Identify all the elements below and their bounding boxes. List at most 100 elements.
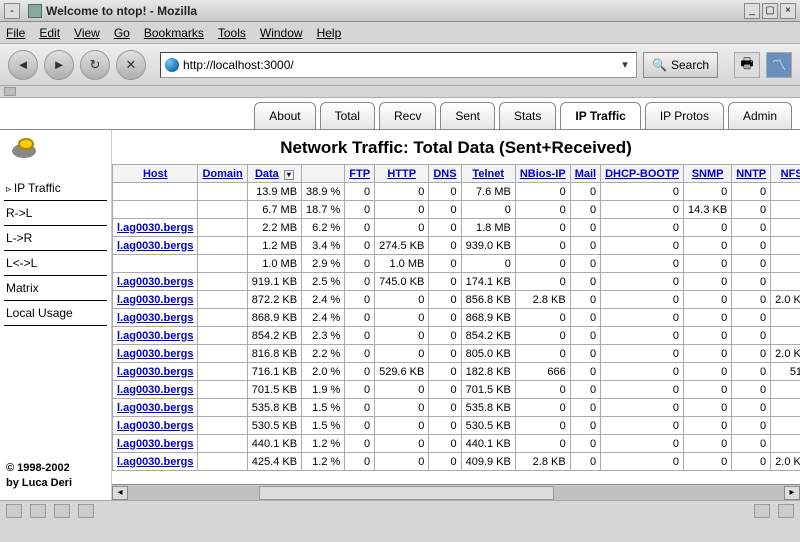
menu-tools[interactable]: Tools	[218, 26, 246, 40]
url-dropdown-icon[interactable]: ▾	[618, 58, 632, 71]
menu-file[interactable]: File	[6, 26, 25, 40]
menu-view[interactable]: View	[74, 26, 100, 40]
tab-stats[interactable]: Stats	[499, 102, 556, 129]
col-nbios-ip[interactable]: NBios-IP	[515, 165, 570, 183]
tab-admin[interactable]: Admin	[728, 102, 792, 129]
host-cell[interactable]: l.ag0030.bergs	[113, 363, 198, 381]
data-cell: 0	[429, 327, 461, 345]
maximize-button[interactable]: ▢	[762, 3, 778, 19]
col-dhcp-bootp[interactable]: DHCP-BOOTP	[601, 165, 684, 183]
host-cell[interactable]: l.ag0030.bergs	[113, 417, 198, 435]
tab-ip-traffic[interactable]: IP Traffic	[560, 102, 640, 129]
print-icon[interactable]: 🖶	[734, 52, 760, 78]
scroll-right-icon[interactable]: ▸	[784, 486, 800, 500]
host-cell[interactable]: l.ag0030.bergs	[113, 453, 198, 471]
host-cell[interactable]: l.ag0030.bergs	[113, 273, 198, 291]
data-cell: 0	[684, 417, 732, 435]
col-host[interactable]: Host	[113, 165, 198, 183]
forward-button[interactable]: ►	[44, 50, 74, 80]
tab-total[interactable]: Total	[320, 102, 375, 129]
minimize-button[interactable]: _	[744, 3, 760, 19]
data-cell: 1.2 %	[302, 453, 345, 471]
data-cell: 0	[684, 399, 732, 417]
tab-recv[interactable]: Recv	[379, 102, 436, 129]
data-cell: 0	[771, 273, 800, 291]
addressbook-icon[interactable]	[78, 504, 94, 518]
horizontal-scrollbar[interactable]: ◂ ▸	[112, 484, 800, 500]
data-cell: 0	[461, 255, 515, 273]
data-cell: 0	[771, 435, 800, 453]
col-mail[interactable]: Mail	[570, 165, 600, 183]
col-nntp[interactable]: NNTP	[732, 165, 771, 183]
url-input[interactable]	[183, 58, 618, 72]
data-cell: 0	[375, 417, 429, 435]
sidebar-item-local-usage[interactable]: Local Usage	[4, 301, 107, 326]
data-cell: 0	[771, 183, 800, 201]
col-ftp[interactable]: FTP	[345, 165, 375, 183]
col-domain[interactable]: Domain	[198, 165, 247, 183]
host-cell[interactable]: l.ag0030.bergs	[113, 435, 198, 453]
data-cell: 0	[345, 453, 375, 471]
col-data[interactable]: Data ▾	[247, 165, 301, 183]
col-dns[interactable]: DNS	[429, 165, 461, 183]
data-cell: 0	[375, 219, 429, 237]
col-nfs[interactable]: NFS	[771, 165, 800, 183]
data-cell: 0	[684, 237, 732, 255]
offline-icon[interactable]	[754, 504, 770, 518]
col-pct[interactable]	[302, 165, 345, 183]
host-cell[interactable]: l.ag0030.bergs	[113, 291, 198, 309]
menu-go[interactable]: Go	[114, 26, 130, 40]
close-button[interactable]: ×	[780, 3, 796, 19]
window-menu-button[interactable]: -	[4, 3, 20, 19]
security-icon[interactable]	[778, 504, 794, 518]
menu-window[interactable]: Window	[260, 26, 303, 40]
tab-ip-protos[interactable]: IP Protos	[645, 102, 724, 129]
menu-edit[interactable]: Edit	[39, 26, 60, 40]
data-cell: 0	[345, 435, 375, 453]
data-cell: 0	[684, 435, 732, 453]
data-cell: 0	[515, 273, 570, 291]
data-cell: 868.9 KB	[461, 309, 515, 327]
composer-icon[interactable]	[54, 504, 70, 518]
search-button[interactable]: 🔍 Search	[643, 52, 718, 78]
col-http[interactable]: HTTP	[375, 165, 429, 183]
table-row: l.ag0030.bergs425.4 KB1.2 %000409.9 KB2.…	[113, 453, 800, 471]
sidebar-item-l-l[interactable]: L<->L	[4, 251, 107, 276]
navigator-icon[interactable]	[6, 504, 22, 518]
col-telnet[interactable]: Telnet	[461, 165, 515, 183]
sidebar-item-r-l[interactable]: R->L	[4, 201, 107, 226]
scrollbar-thumb[interactable]	[259, 486, 554, 500]
host-cell[interactable]: l.ag0030.bergs	[113, 219, 198, 237]
host-cell[interactable]: l.ag0030.bergs	[113, 399, 198, 417]
host-cell[interactable]: l.ag0030.bergs	[113, 309, 198, 327]
data-cell: 0	[515, 219, 570, 237]
data-cell	[198, 399, 247, 417]
host-cell[interactable]: l.ag0030.bergs	[113, 237, 198, 255]
toolbar-grip[interactable]	[4, 87, 16, 96]
data-cell: 0	[375, 435, 429, 453]
tab-sent[interactable]: Sent	[440, 102, 495, 129]
table-row: 1.0 MB2.9 %01.0 MB00000000	[113, 255, 800, 273]
data-cell: 0	[570, 183, 600, 201]
reload-button[interactable]: ↻	[80, 50, 110, 80]
sidebar-item-ip-traffic[interactable]: IP Traffic	[4, 176, 107, 201]
url-bar[interactable]: ▾	[160, 52, 637, 78]
sidebar-item-matrix[interactable]: Matrix	[4, 276, 107, 301]
ntop-logo	[8, 138, 48, 168]
host-cell[interactable]: l.ag0030.bergs	[113, 327, 198, 345]
sidebar-item-l-r[interactable]: L->R	[4, 226, 107, 251]
back-button[interactable]: ◄	[8, 50, 38, 80]
data-cell: 0	[601, 327, 684, 345]
host-cell[interactable]: l.ag0030.bergs	[113, 345, 198, 363]
menu-help[interactable]: Help	[317, 26, 342, 40]
data-cell: 0	[601, 453, 684, 471]
menu-bookmarks[interactable]: Bookmarks	[144, 26, 204, 40]
data-cell: 0	[684, 255, 732, 273]
col-snmp[interactable]: SNMP	[684, 165, 732, 183]
host-cell[interactable]: l.ag0030.bergs	[113, 381, 198, 399]
tab-about[interactable]: About	[254, 102, 315, 129]
stop-button[interactable]: ✕	[116, 50, 146, 80]
scroll-left-icon[interactable]: ◂	[112, 486, 128, 500]
mail-icon[interactable]	[30, 504, 46, 518]
data-cell: 0	[771, 381, 800, 399]
